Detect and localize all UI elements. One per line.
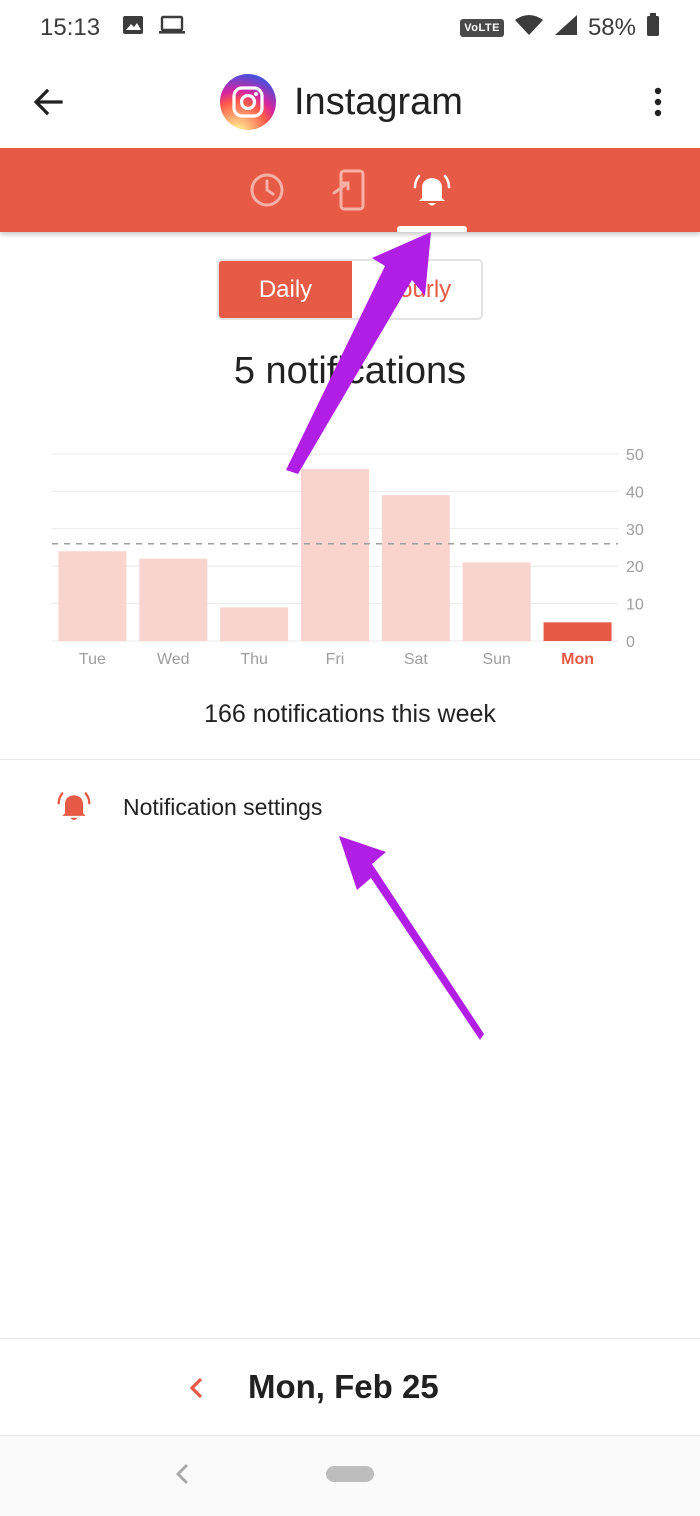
clock-icon [250,173,284,207]
previous-day-button[interactable] [176,1368,216,1408]
back-button[interactable] [24,78,72,126]
y-tick-label: 20 [626,559,644,576]
signal-icon [554,14,578,43]
instagram-logo-icon [220,74,276,130]
battery-icon [646,12,660,44]
tab-unlocks[interactable] [309,148,389,232]
system-back-icon[interactable] [172,1460,192,1493]
laptop-notification-icon [158,14,186,42]
bar-wed[interactable] [139,558,208,641]
current-date-label: Mon, Feb 25 [248,1368,439,1405]
image-notification-icon [122,14,144,42]
notification-count-headline: 5 notifications [233,350,467,392]
more-options-button[interactable] [638,78,678,126]
system-home-pill[interactable] [326,1466,374,1482]
chevron-left-icon [189,1377,203,1399]
wifi-icon [514,14,544,43]
selected-tab-indicator [397,226,467,232]
notification-settings-row[interactable]: Notification settings [0,760,700,856]
weekly-summary: 166 notifications this week [204,700,496,728]
arrow-left-icon [33,88,63,116]
bar-mon[interactable] [543,622,612,641]
app-bar: Instagram [0,56,700,148]
x-tick-label: Tue [79,651,106,668]
system-navigation-bar [0,1436,700,1516]
bell-icon [413,174,451,206]
weekly-notifications-chart: 0 10 20 30 40 50 Tue Wed Thu Fri Sat Sun Mon [52,447,644,668]
volte-badge: VoLTE [460,19,504,37]
y-tick-label: 40 [626,484,644,501]
divider [0,1338,700,1339]
tab-notifications[interactable] [392,148,472,232]
more-vert-icon [654,87,662,117]
battery-percent: 58% [587,14,636,41]
bar-sun[interactable] [462,562,531,641]
notification-settings-label: Notification settings [123,794,323,820]
stats-tab-bar [0,148,700,232]
y-tick-label: 0 [626,634,635,651]
y-tick-label: 10 [626,597,644,614]
status-time: 15:13 [40,14,101,41]
y-tick-label: 50 [626,447,644,464]
daily-toggle-button[interactable]: Daily [219,261,352,318]
tab-screen-time[interactable] [227,148,307,232]
annotation-arrow-to-notification-settings [339,836,484,1040]
bar-thu[interactable] [220,607,289,641]
period-toggle: Daily Hourly [217,259,483,320]
bar-tue[interactable] [58,551,127,641]
status-right: VoLTE 58% [460,12,660,44]
y-tick-label: 30 [626,522,644,539]
x-tick-label: Fri [326,651,345,668]
x-tick-label: Sun [482,651,510,668]
bar-fri[interactable] [301,468,369,641]
bell-icon [56,788,92,829]
date-navigator: Mon, Feb 25 [0,1340,700,1436]
bar-sat[interactable] [381,495,450,641]
x-tick-label: Sat [404,651,429,668]
hourly-toggle-button[interactable]: Hourly [352,261,481,318]
x-tick-label: Mon [561,651,594,668]
app-title-group: Instagram [220,70,463,134]
phone-unlock-icon [332,169,365,211]
x-tick-label: Wed [157,651,190,668]
status-bar: 15:13 VoLTE 58% [0,0,700,56]
app-title: Instagram [294,80,463,123]
x-tick-label: Thu [240,651,268,668]
